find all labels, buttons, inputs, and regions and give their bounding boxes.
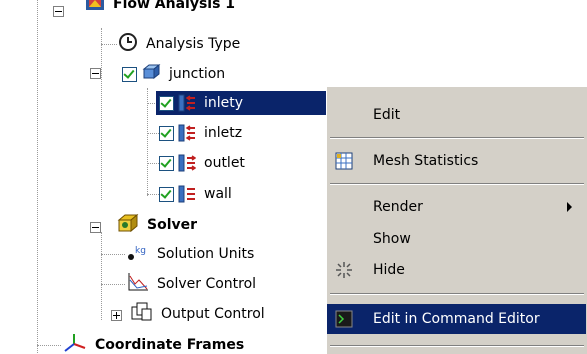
solution-units-icon: kg (127, 243, 149, 265)
visibility-checkbox[interactable] (159, 95, 174, 111)
menu-separator (330, 183, 584, 185)
tree-item-label: inlety (204, 95, 244, 111)
menu-item-render[interactable]: Render (327, 193, 586, 221)
tree-item-analysis-type[interactable]: Analysis Type (118, 32, 242, 56)
tree-item-solver-control[interactable]: Solver Control (127, 272, 258, 296)
visibility-checkbox[interactable] (159, 125, 174, 141)
tree-item-solution-units[interactable]: kg Solution Units (127, 242, 256, 266)
context-menu: Edit Mesh Statistics Render Show Hide Ed… (326, 86, 587, 354)
clock-icon (118, 32, 138, 56)
domain-box-icon (141, 63, 161, 85)
tree-item-label: junction (169, 66, 226, 82)
menu-separator (330, 137, 584, 139)
tree-item-label: inletz (204, 125, 243, 141)
tree-line (101, 28, 102, 200)
output-control-icon (131, 302, 153, 326)
menu-item-edit[interactable]: Edit (327, 101, 586, 129)
tree-item-inlety[interactable]: inlety (156, 91, 330, 115)
tree-item-label: wall (204, 186, 232, 202)
menu-item-label: Edit (373, 107, 401, 123)
menu-separator (330, 345, 584, 347)
solver-control-icon (127, 272, 149, 296)
tree-line (37, 0, 38, 353)
menu-item-show[interactable]: Show (327, 225, 586, 253)
svg-text:kg: kg (135, 246, 146, 256)
coordinate-frame-icon (63, 333, 87, 353)
submenu-arrow-icon (567, 202, 572, 212)
solver-icon (117, 213, 139, 237)
tree-line (147, 88, 148, 196)
menu-item-mesh-statistics[interactable]: Mesh Statistics (327, 147, 586, 175)
menu-item-label: Mesh Statistics (373, 153, 479, 169)
menu-item-label: Show (373, 231, 411, 247)
menu-separator (330, 293, 584, 295)
tree-item-label: outlet (204, 155, 245, 171)
command-editor-icon (335, 310, 353, 328)
tree-line (101, 284, 125, 285)
tree-item-label: Flow Analysis 1 (113, 0, 236, 12)
tree-line (101, 254, 125, 255)
tree-item-junction[interactable]: junction (122, 62, 227, 86)
flow-analysis-icon (85, 0, 105, 16)
tree-item-solver[interactable]: Solver (117, 213, 199, 237)
outline-tree: Flow Analysis 1 Analysis Type junction i… (0, 0, 330, 353)
tree-item-label: Output Control (161, 306, 265, 322)
menu-item-label: Hide (373, 262, 405, 278)
menu-item-label: Render (373, 199, 423, 215)
collapse-toggle[interactable] (53, 6, 64, 17)
tree-item-label: Solver (147, 217, 198, 233)
tree-line (101, 232, 102, 320)
mesh-statistics-icon (335, 152, 353, 170)
tree-item-output-control[interactable]: Output Control (131, 302, 267, 326)
visibility-checkbox[interactable] (159, 155, 174, 171)
tree-line (37, 345, 61, 346)
boundary-icon (178, 124, 196, 142)
visibility-checkbox[interactable] (159, 186, 174, 202)
tree-item-outlet[interactable]: outlet (159, 151, 247, 175)
tree-item-coordinate-frames[interactable]: Coordinate Frames (63, 333, 246, 353)
collapse-toggle[interactable] (90, 68, 101, 79)
tree-item-label: Coordinate Frames (95, 337, 245, 353)
tree-item-inletz[interactable]: inletz (159, 121, 244, 145)
menu-item-label: Edit in Command Editor (373, 311, 540, 327)
tree-item-wall[interactable]: wall (159, 182, 234, 206)
expand-toggle[interactable] (111, 310, 122, 321)
tree-item-label: Solution Units (157, 246, 255, 262)
hide-icon (335, 261, 353, 279)
boundary-icon (178, 154, 197, 172)
boundary-icon (178, 185, 196, 203)
visibility-checkbox[interactable] (122, 66, 137, 82)
menu-item-hide[interactable]: Hide (327, 256, 586, 284)
boundary-icon (178, 94, 196, 112)
tree-item-label: Analysis Type (146, 36, 241, 52)
menu-item-edit-in-command-editor[interactable]: Edit in Command Editor (327, 304, 586, 334)
tree-item-flow-analysis[interactable]: Flow Analysis 1 (85, 0, 237, 16)
collapse-toggle[interactable] (90, 222, 101, 233)
tree-item-label: Solver Control (157, 276, 257, 292)
tree-line (101, 44, 117, 45)
